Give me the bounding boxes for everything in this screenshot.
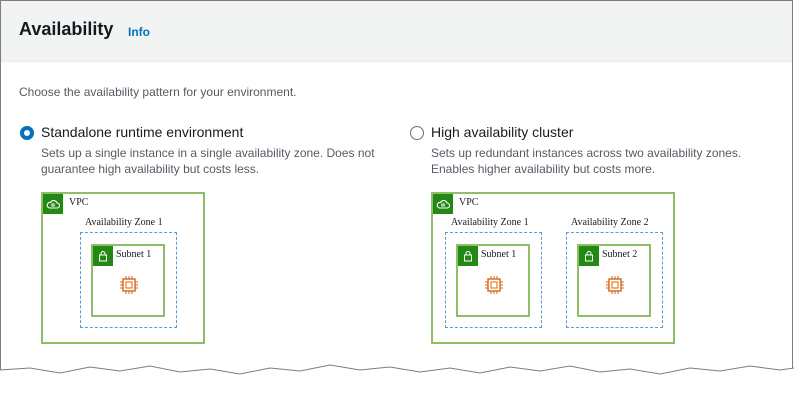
subnet-1-label: Subnet 1	[481, 249, 517, 260]
availability-zone-1-box: Subnet 1	[445, 232, 542, 328]
option-standalone[interactable]: Standalone runtime environment Sets up a…	[19, 124, 389, 180]
vpc-label: VPC	[459, 197, 479, 208]
zone-label: Availability Zone 1	[85, 217, 163, 228]
subnet-label: Subnet 1	[116, 249, 152, 260]
zone-1-label: Availability Zone 1	[451, 217, 529, 228]
ec2-instance-icon	[606, 276, 624, 294]
high-availability-description-line2: Enables higher availability but costs mo…	[431, 162, 656, 176]
option-high-availability[interactable]: High availability cluster Sets up redund…	[409, 124, 779, 180]
vpc-box: VPC Availability Zone 1 Subnet 1 Availab…	[431, 192, 675, 344]
subnet-lock-icon	[93, 246, 113, 266]
panel-header: Availability Info	[1, 1, 792, 62]
torn-edge-divider	[0, 364, 794, 394]
availability-zone-2-box: Subnet 2	[566, 232, 663, 328]
standalone-radio[interactable]	[20, 126, 34, 140]
high-availability-label: High availability cluster	[431, 124, 574, 140]
standalone-description-line1: Sets up a single instance in a single av…	[41, 146, 375, 160]
high-availability-description-line1: Sets up redundant instances across two a…	[431, 146, 742, 160]
subnet-box: Subnet 1	[91, 244, 165, 317]
subnet-1-box: Subnet 1	[456, 244, 530, 317]
subnet-2-box: Subnet 2	[577, 244, 651, 317]
vpc-box: VPC Availability Zone 1 Subnet 1	[41, 192, 205, 344]
info-link[interactable]: Info	[128, 25, 150, 39]
subnet-lock-icon	[579, 246, 599, 266]
availability-description: Choose the availability pattern for your…	[19, 85, 297, 99]
availability-panel: Availability Info Choose the availabilit…	[0, 0, 793, 393]
ec2-instance-icon	[120, 276, 138, 294]
vpc-cloud-icon	[43, 194, 63, 214]
ec2-instance-icon	[485, 276, 503, 294]
page-title: Availability	[19, 19, 114, 39]
subnet-lock-icon	[458, 246, 478, 266]
subnet-2-label: Subnet 2	[602, 249, 638, 260]
standalone-description-line2: guarantee high availability but costs le…	[41, 162, 260, 176]
vpc-cloud-icon	[433, 194, 453, 214]
standalone-diagram: VPC Availability Zone 1 Subnet 1	[41, 192, 205, 344]
zone-2-label: Availability Zone 2	[571, 217, 649, 228]
availability-zone-box: Subnet 1	[80, 232, 177, 328]
high-availability-radio[interactable]	[410, 126, 424, 140]
vpc-label: VPC	[69, 197, 89, 208]
standalone-label: Standalone runtime environment	[41, 124, 244, 140]
high-availability-diagram: VPC Availability Zone 1 Subnet 1 Availab…	[431, 192, 675, 344]
